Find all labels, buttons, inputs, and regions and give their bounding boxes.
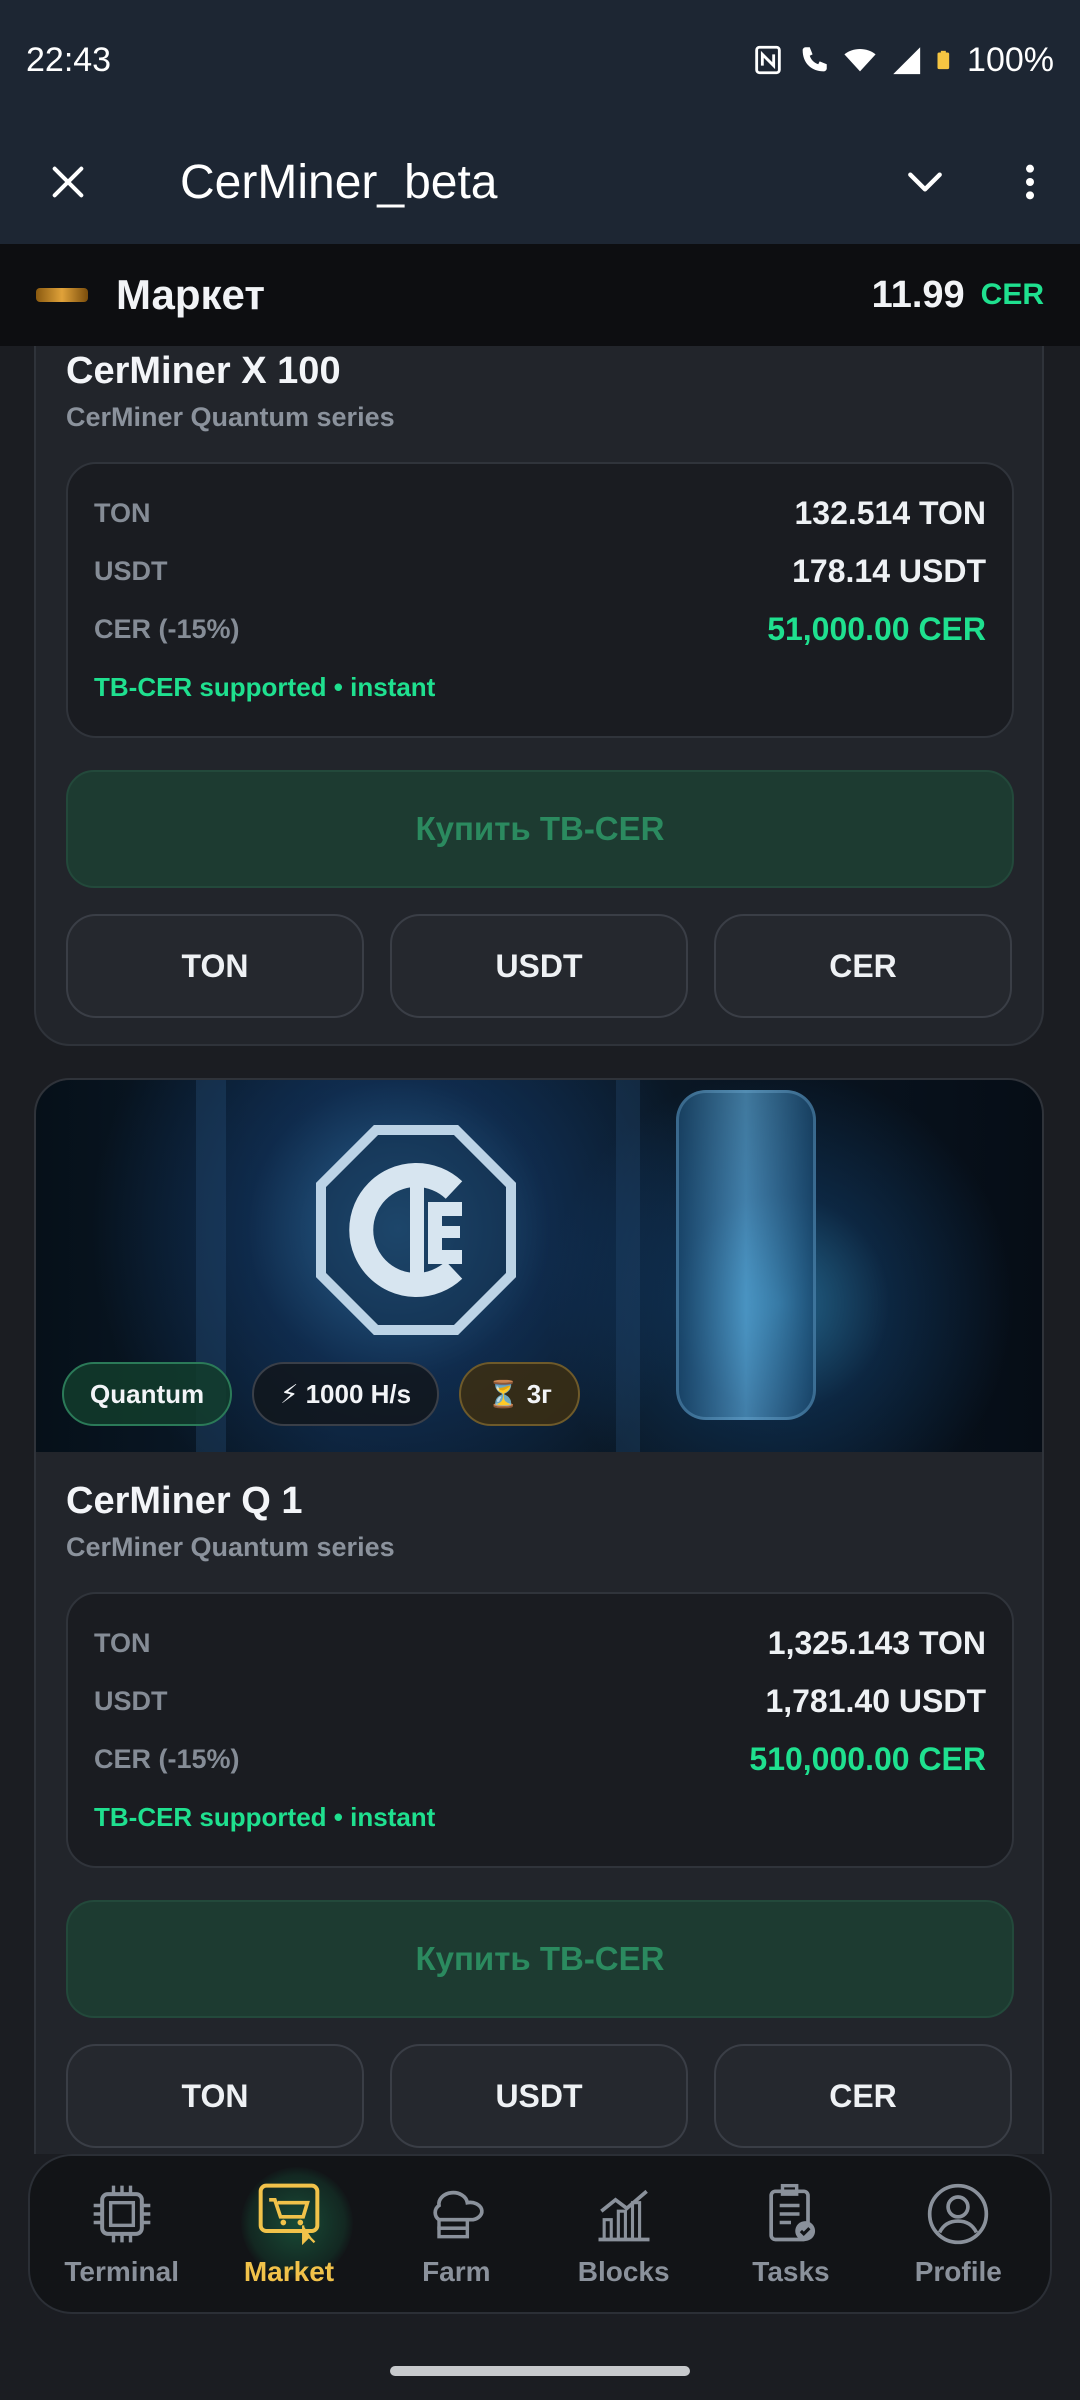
close-button[interactable] <box>0 120 136 244</box>
chart-icon <box>598 2189 650 2242</box>
nav-farm[interactable]: Farm <box>376 2159 536 2309</box>
price-label: USDT <box>94 1685 168 1716</box>
chip-icon <box>93 2185 150 2243</box>
more-vertical-icon <box>1026 164 1034 200</box>
product-name: CerMiner X 100 <box>66 350 341 392</box>
price-row-ton: TON 132.514 TON <box>94 484 986 542</box>
pay-usdt-button[interactable]: USDT <box>390 2044 688 2148</box>
pay-ton-button[interactable]: TON <box>66 2044 364 2148</box>
nav-label: Farm <box>422 2256 491 2287</box>
buy-tb-cer-button[interactable]: Купить TB-CER <box>66 770 1014 888</box>
price-value: 178.14 USDT <box>792 552 986 589</box>
nav-label: Market <box>243 2256 335 2287</box>
product-card: CerMiner X 100 CerMiner Quantum series T… <box>34 346 1044 1046</box>
hashrate-badge: ⚡ 1000 H/s <box>252 1362 440 1426</box>
page-title: Маркет <box>116 271 265 318</box>
buy-tb-cer-button[interactable]: Купить TB-CER <box>66 1900 1014 2018</box>
badge-row: Quantum ⚡ 1000 H/s ⏳ 3г <box>62 1362 581 1426</box>
nav-label: Tasks <box>752 2256 830 2287</box>
nav-label: Profile <box>914 2256 1002 2287</box>
price-value: 1,781.40 USDT <box>765 1682 986 1719</box>
user-icon <box>928 2183 989 2245</box>
collapse-button[interactable] <box>870 120 980 244</box>
cer-logo-icon <box>316 1125 516 1335</box>
nfc-icon <box>755 45 781 75</box>
chevron-down-icon <box>908 172 942 192</box>
price-row-usdt: USDT 178.14 USDT <box>94 542 986 600</box>
market-list[interactable]: CerMiner X 100 CerMiner Quantum series T… <box>0 346 1080 2154</box>
bottom-nav: Terminal Market Farm Blocks Tasks Profil… <box>28 2154 1052 2314</box>
nav-label: Terminal <box>64 2256 179 2287</box>
home-indicator[interactable] <box>390 2366 690 2376</box>
price-label: TON <box>94 1627 151 1658</box>
nav-terminal[interactable]: Terminal <box>42 2159 202 2309</box>
pay-buttons: TON USDT CER <box>66 914 1012 1018</box>
price-row-cer: CER (-15%) 51,000.00 CER <box>94 600 986 658</box>
wifi-icon <box>844 49 876 72</box>
support-note: TB-CER supported • instant <box>94 672 436 702</box>
price-value: 132.514 TON <box>794 494 986 531</box>
product-series: CerMiner Quantum series <box>66 1532 395 1562</box>
webapp-header: CerMiner_beta <box>0 120 1080 244</box>
price-value: 510,000.00 CER <box>749 1740 986 1777</box>
close-icon <box>52 166 84 198</box>
price-label: TON <box>94 497 151 528</box>
price-value: 51,000.00 CER <box>767 610 986 647</box>
status-bar: 22:43 100% <box>0 0 1080 120</box>
price-box: TON 1,325.143 TON USDT 1,781.40 USDT CER… <box>66 1592 1014 1868</box>
pay-buttons: TON USDT CER <box>66 2044 1012 2148</box>
status-time: 22:43 <box>26 40 112 79</box>
cart-icon <box>258 2183 320 2246</box>
price-label: CER (-15%) <box>94 1743 240 1774</box>
pay-ton-button[interactable]: TON <box>66 914 364 1018</box>
price-box: TON 132.514 TON USDT 178.14 USDT CER (-1… <box>66 462 1014 738</box>
pay-cer-button[interactable]: CER <box>714 2044 1012 2148</box>
pay-usdt-button[interactable]: USDT <box>390 914 688 1018</box>
price-label: USDT <box>94 555 168 586</box>
product-card: Quantum ⚡ 1000 H/s ⏳ 3г CerMiner Q 1 Cer… <box>34 1078 1044 2154</box>
price-row-ton: TON 1,325.143 TON <box>94 1614 986 1672</box>
product-series: CerMiner Quantum series <box>66 402 395 432</box>
price-value: 1,325.143 TON <box>767 1624 986 1661</box>
product-image: Quantum ⚡ 1000 H/s ⏳ 3г <box>36 1080 1042 1452</box>
price-row-cer: CER (-15%) 510,000.00 CER <box>94 1730 986 1788</box>
battery-percent: 100% <box>967 40 1054 79</box>
signal-icon <box>893 47 921 75</box>
webapp-title: CerMiner_beta <box>180 155 498 209</box>
duration-badge: ⏳ 3г <box>459 1362 581 1426</box>
battery-icon <box>937 50 950 70</box>
nav-tasks[interactable]: Tasks <box>711 2159 871 2309</box>
app-logo <box>36 288 88 302</box>
status-icons: 100% <box>751 41 1054 80</box>
nav-market[interactable]: Market <box>209 2159 369 2309</box>
more-button[interactable] <box>980 120 1080 244</box>
balance-value: 11.99 <box>871 273 965 316</box>
farm-icon <box>433 2190 484 2239</box>
product-name: CerMiner Q 1 <box>66 1480 303 1522</box>
balance-unit: CER <box>980 278 1044 311</box>
price-label: CER (-15%) <box>94 613 240 644</box>
pay-cer-button[interactable]: CER <box>714 914 1012 1018</box>
call-wifi-icon <box>802 47 827 72</box>
clipboard-icon <box>769 2183 816 2242</box>
hero-tube <box>676 1090 816 1420</box>
nav-label: Blocks <box>577 2256 670 2287</box>
support-note: TB-CER supported • instant <box>94 1802 436 1832</box>
nav-blocks[interactable]: Blocks <box>544 2159 704 2309</box>
nav-profile[interactable]: Profile <box>878 2159 1038 2309</box>
price-row-usdt: USDT 1,781.40 USDT <box>94 1672 986 1730</box>
app-header: Маркет 11.99 CER <box>0 244 1080 346</box>
series-badge: Quantum <box>62 1362 233 1426</box>
